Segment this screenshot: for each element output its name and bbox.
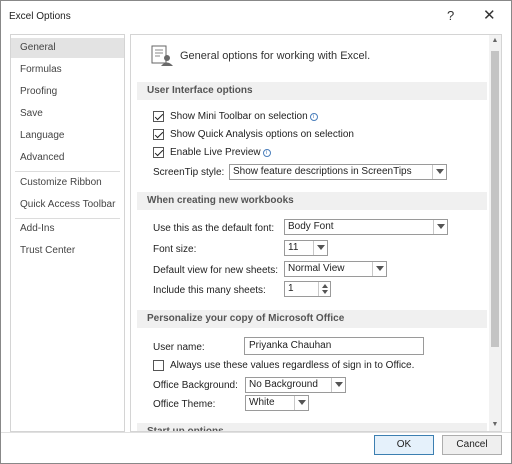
user-name-input[interactable]: Priyanka Chauhan bbox=[244, 337, 424, 355]
scroll-thumb[interactable] bbox=[491, 51, 499, 347]
section-ui-options: User Interface options bbox=[137, 82, 487, 100]
sidebar-nav: General Formulas Proofing Save Language … bbox=[10, 34, 125, 432]
office-background-label: Office Background: bbox=[153, 380, 238, 391]
chevron-down-icon bbox=[294, 396, 308, 410]
default-view-select[interactable]: Normal View bbox=[284, 261, 387, 277]
scroll-down-icon[interactable]: ▼ bbox=[489, 419, 501, 431]
mini-toolbar-checkbox[interactable] bbox=[153, 111, 164, 122]
default-font-label: Use this as the default font: bbox=[153, 223, 275, 234]
live-preview-label: Enable Live Preview i bbox=[170, 147, 271, 158]
office-background-value: No Background bbox=[249, 379, 318, 390]
close-icon[interactable]: ✕ bbox=[483, 6, 496, 24]
chevron-down-icon bbox=[433, 220, 447, 234]
screentip-style-label: ScreenTip style: bbox=[153, 167, 225, 178]
screentip-style-value: Show feature descriptions in ScreenTips bbox=[233, 166, 412, 177]
always-use-values-label: Always use these values regardless of si… bbox=[170, 360, 415, 371]
footer-divider bbox=[1, 432, 511, 433]
user-name-label: User name: bbox=[153, 342, 205, 353]
sidebar-item-general[interactable]: General bbox=[11, 38, 124, 58]
info-icon: i bbox=[309, 113, 318, 121]
sidebar-item-formulas[interactable]: Formulas bbox=[11, 60, 124, 80]
sidebar-item-save[interactable]: Save bbox=[11, 104, 124, 124]
info-icon: i bbox=[262, 149, 271, 157]
scroll-up-icon[interactable]: ▲ bbox=[489, 35, 501, 47]
chevron-down-icon bbox=[313, 241, 327, 255]
mini-toolbar-label: Show Mini Toolbar on selection i bbox=[170, 111, 318, 122]
default-view-label: Default view for new sheets: bbox=[153, 265, 279, 276]
general-options-icon bbox=[151, 45, 173, 66]
ok-button[interactable]: OK bbox=[374, 435, 434, 455]
sidebar-divider bbox=[15, 171, 120, 172]
sidebar-item-customize-ribbon[interactable]: Customize Ribbon bbox=[11, 173, 124, 193]
spinner-arrows-icon[interactable] bbox=[318, 282, 330, 296]
office-theme-label: Office Theme: bbox=[153, 399, 216, 410]
sheet-count-stepper[interactable]: 1 bbox=[284, 281, 331, 297]
chevron-down-icon bbox=[432, 165, 446, 179]
font-size-select[interactable]: 11 bbox=[284, 240, 328, 256]
sidebar-item-language[interactable]: Language bbox=[11, 126, 124, 146]
section-new-workbooks: When creating new workbooks bbox=[137, 192, 487, 210]
excel-options-dialog: Excel Options ? ✕ General Formulas Proof… bbox=[0, 0, 512, 464]
office-theme-select[interactable]: White bbox=[245, 395, 309, 411]
cancel-button[interactable]: Cancel bbox=[442, 435, 502, 455]
sidebar-item-trust-center[interactable]: Trust Center bbox=[11, 241, 124, 261]
default-font-value: Body Font bbox=[288, 221, 334, 232]
live-preview-checkbox[interactable] bbox=[153, 147, 164, 158]
panel-header-text: General options for working with Excel. bbox=[180, 50, 371, 62]
quick-analysis-checkbox[interactable] bbox=[153, 129, 164, 140]
section-startup: Start up options bbox=[137, 423, 487, 431]
office-theme-value: White bbox=[249, 397, 275, 408]
always-use-values-checkbox[interactable] bbox=[153, 360, 164, 371]
screentip-style-select[interactable]: Show feature descriptions in ScreenTips bbox=[229, 164, 447, 180]
sidebar-item-add-ins[interactable]: Add-Ins bbox=[11, 219, 124, 239]
title-bar: Excel Options ? ✕ bbox=[1, 1, 511, 31]
options-panel: General options for working with Excel. … bbox=[130, 34, 502, 432]
sidebar-item-quick-access-toolbar[interactable]: Quick Access Toolbar bbox=[11, 195, 124, 215]
help-icon[interactable]: ? bbox=[447, 8, 454, 23]
sheet-count-value: 1 bbox=[288, 283, 294, 294]
default-view-value: Normal View bbox=[288, 263, 345, 274]
font-size-value: 11 bbox=[288, 242, 299, 253]
chevron-down-icon bbox=[331, 378, 345, 392]
dialog-title: Excel Options bbox=[9, 11, 71, 22]
chevron-down-icon bbox=[372, 262, 386, 276]
section-personalize: Personalize your copy of Microsoft Offic… bbox=[137, 310, 487, 328]
vertical-scrollbar[interactable]: ▲ ▼ bbox=[489, 35, 501, 431]
font-size-label: Font size: bbox=[153, 244, 197, 255]
sidebar-item-advanced[interactable]: Advanced bbox=[11, 148, 124, 168]
quick-analysis-label: Show Quick Analysis options on selection bbox=[170, 129, 354, 140]
sidebar-item-proofing[interactable]: Proofing bbox=[11, 82, 124, 102]
sheet-count-label: Include this many sheets: bbox=[153, 285, 266, 296]
default-font-select[interactable]: Body Font bbox=[284, 219, 448, 235]
office-background-select[interactable]: No Background bbox=[245, 377, 346, 393]
